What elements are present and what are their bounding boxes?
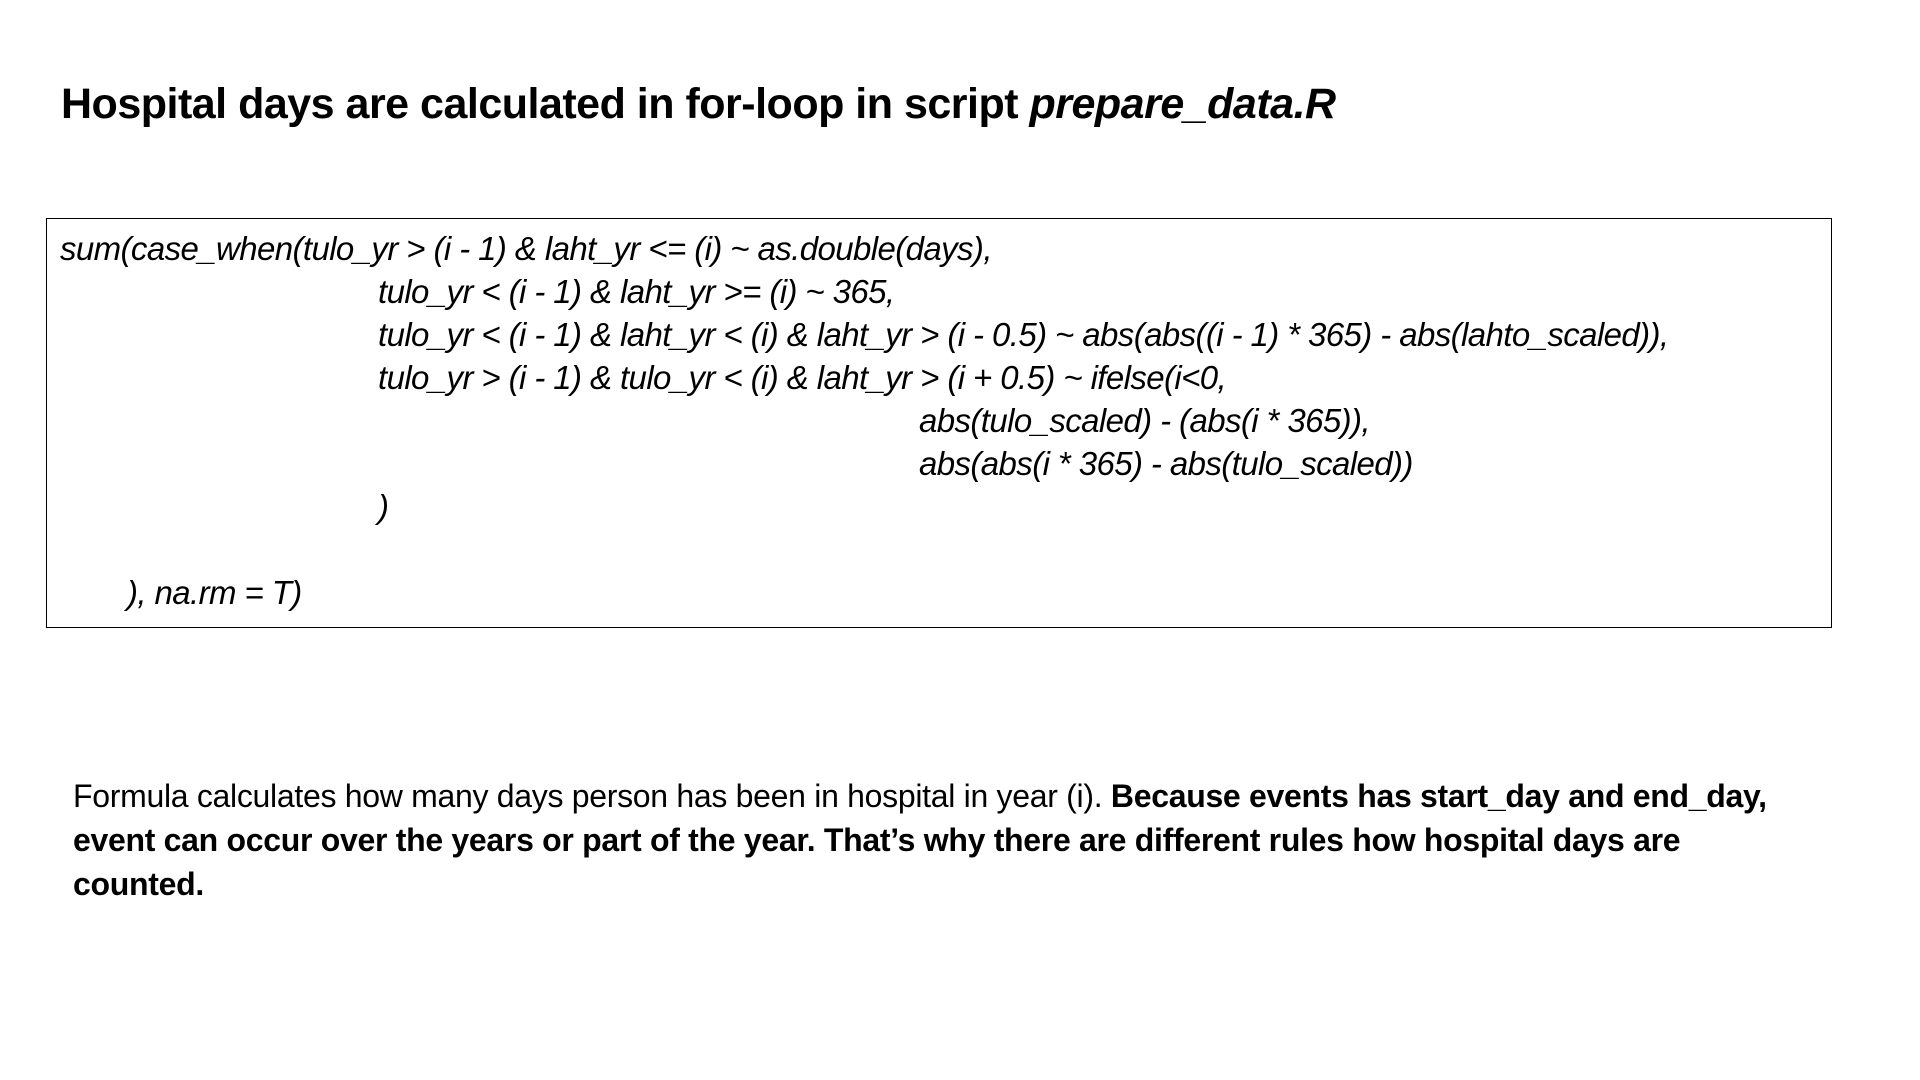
code-line-8: ), na.rm = T) [127, 574, 302, 611]
slide-title-text: Hospital days are calculated in for-loop… [61, 80, 1030, 128]
code-line-7: ) [378, 488, 389, 525]
code-line-2: tulo_yr < (i - 1) & laht_yr >= (i) ~ 365… [378, 273, 895, 310]
code-line-3: tulo_yr < (i - 1) & laht_yr < (i) & laht… [378, 316, 1669, 353]
code-box: sum(case_when(tulo_yr > (i - 1) & laht_y… [46, 218, 1832, 628]
code-line-6: abs(abs(i * 365) - abs(tulo_scaled)) [919, 445, 1413, 482]
script-name: prepare_data.R [1029, 80, 1337, 128]
code-line-5: abs(tulo_scaled) - (abs(i * 365)), [919, 402, 1371, 439]
description-normal: Formula calculates how many days person … [73, 778, 1111, 814]
code-line-1: sum(case_when(tulo_yr > (i - 1) & laht_y… [60, 230, 992, 267]
code-line-4: tulo_yr > (i - 1) & tulo_yr < (i) & laht… [378, 359, 1227, 396]
description-paragraph: Formula calculates how many days person … [73, 774, 1773, 906]
slide-title: Hospital days are calculated in for-loop… [61, 80, 1336, 129]
